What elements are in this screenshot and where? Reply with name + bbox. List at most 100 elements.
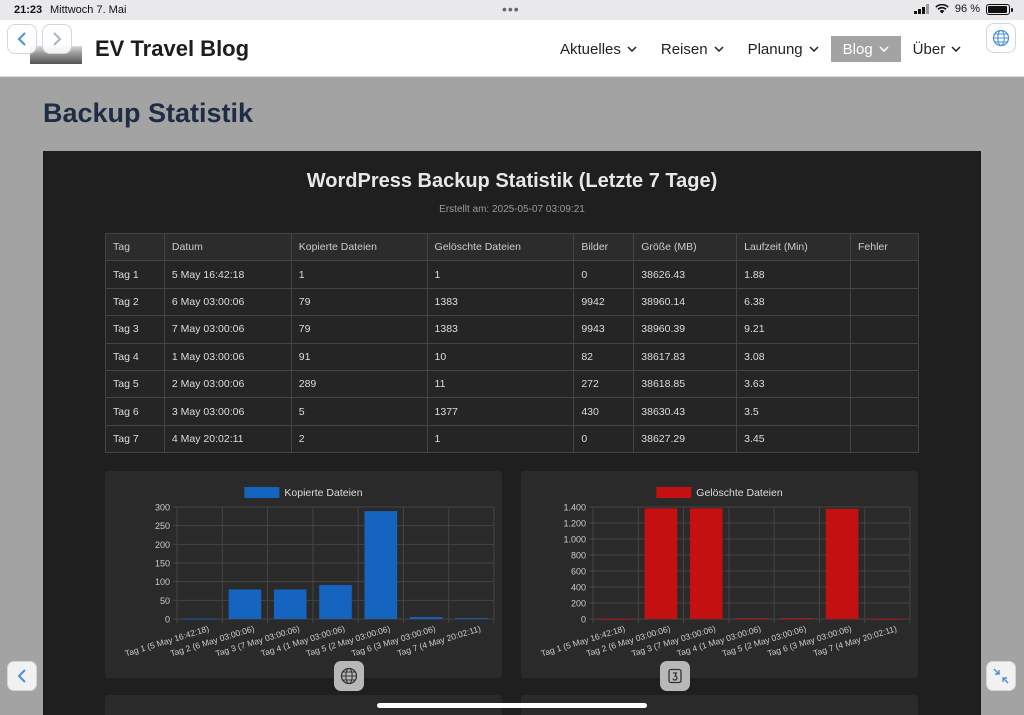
y-tick-label: 50	[160, 596, 170, 606]
bar	[599, 618, 632, 620]
menu-item-planung[interactable]: Planung	[736, 36, 831, 62]
chevron-down-icon	[714, 46, 724, 52]
multitasking-dots-icon[interactable]: •••	[502, 1, 520, 17]
table-cell: 3.45	[736, 424, 851, 454]
home-indicator[interactable]	[377, 703, 647, 708]
table-cell	[850, 369, 919, 399]
status-time: 21:23	[14, 4, 43, 16]
y-tick-label: 100	[155, 577, 170, 587]
column-header: Kopierte Dateien	[290, 232, 428, 262]
bar	[228, 589, 262, 619]
backup-report-panel: WordPress Backup Statistik (Letzte 7 Tag…	[43, 151, 981, 715]
collapse-button[interactable]	[986, 661, 1016, 691]
y-tick-label: 300	[155, 503, 170, 513]
site-title[interactable]: EV Travel Blog	[95, 36, 249, 62]
table-cell: 38630.43	[633, 397, 738, 426]
chevron-down-icon	[951, 46, 961, 52]
table-cell: 1383	[426, 315, 575, 344]
table-cell: 2 May 03:00:06	[163, 369, 292, 399]
chart-card-geloeschte-dateien: Gelöschte Dateien 0 200 400 600 800 1.000 1.200…	[521, 471, 918, 678]
bar	[825, 508, 859, 619]
column-header: Bilder	[573, 232, 635, 262]
table-cell: 4 May 20:02:11	[163, 424, 292, 454]
y-tick-label: 200	[155, 540, 170, 550]
table-row: Tag 26 May 03:00:06 79 1383 9942 38960.14 6.3…	[105, 287, 919, 317]
table-cell: 272	[573, 369, 635, 399]
tabs-button[interactable]	[660, 661, 690, 691]
y-tick-label: 800	[571, 551, 586, 561]
globe-icon	[340, 667, 358, 685]
table-cell: 3 May 03:00:06	[163, 397, 292, 426]
forward-button[interactable]	[42, 24, 72, 54]
y-tick-label: 400	[571, 583, 586, 593]
y-tick-label: 0	[165, 615, 170, 625]
kopierte-dateien-chart: Kopierte Dateien050100150200250300Tag 1 …	[124, 487, 495, 658]
menu-item-reisen[interactable]: Reisen	[649, 36, 736, 62]
column-header: Laufzeit (Min)	[736, 232, 851, 262]
browser-globe-button[interactable]	[334, 661, 364, 691]
bar	[409, 617, 443, 619]
report-title: WordPress Backup Statistik (Letzte 7 Tag…	[306, 170, 718, 192]
back-button[interactable]	[7, 24, 37, 54]
table-cell: Tag 4	[105, 342, 165, 371]
bar	[871, 618, 904, 620]
column-header: Größe (MB)	[633, 232, 738, 262]
y-tick-label: 1.000	[563, 535, 586, 545]
table-cell: 430	[573, 397, 635, 426]
globe-icon	[992, 29, 1010, 47]
table-cell: 38627.29	[633, 424, 738, 454]
battery-icon	[986, 3, 1013, 15]
legend-swatch	[656, 487, 692, 498]
table-cell: 3.63	[736, 369, 851, 399]
table-cell: 7 May 03:00:06	[163, 315, 292, 344]
status-date: Mittwoch 7. Mai	[50, 4, 127, 16]
table-cell: 1	[290, 260, 428, 289]
table-cell: 1	[426, 424, 575, 454]
report-created-date: Erstellt am: 2025-05-07 03:09:21	[439, 204, 585, 215]
previous-page-button[interactable]	[7, 661, 37, 691]
table-cell: 1 May 03:00:06	[163, 342, 292, 371]
table-cell	[850, 287, 919, 317]
main-menu: Aktuelles Reisen Planung Blog Über	[548, 36, 973, 62]
table-cell: 38618.85	[633, 369, 738, 399]
menu-item-blog[interactable]: Blog	[830, 36, 901, 62]
table-cell: 9942	[573, 287, 635, 317]
bar	[689, 508, 723, 619]
table-row: Tag 37 May 03:00:06 79 1383 9943 38960.39 9.2…	[105, 315, 919, 344]
bar	[364, 511, 398, 619]
table-cell: 3.08	[736, 342, 851, 371]
legend-swatch	[244, 487, 280, 498]
chevron-down-icon	[809, 46, 819, 52]
table-cell: 1377	[426, 397, 575, 426]
page-title: Backup Statistik	[43, 98, 254, 128]
bar	[455, 618, 488, 620]
chevron-left-icon	[17, 669, 26, 683]
column-header: Tag	[105, 232, 165, 262]
table-row: Tag 41 May 03:00:06 91 10 82 38617.83 3.08	[105, 342, 919, 371]
chevron-left-icon	[17, 32, 26, 46]
table-cell: 1383	[426, 287, 575, 317]
y-tick-label: 250	[155, 521, 170, 531]
table-cell: 0	[573, 260, 635, 289]
table-cell: 82	[573, 342, 635, 371]
table-cell: 38617.83	[633, 342, 738, 371]
table-cell	[850, 397, 919, 426]
table-row: Tag 63 May 03:00:06 5 1377 430 38630.43 3.5	[105, 397, 919, 426]
table-cell: 79	[290, 315, 428, 344]
status-bar: 21:23 Mittwoch 7. Mai ••• 96 %	[0, 0, 1024, 20]
table-cell: 6.38	[736, 287, 851, 317]
table-cell: 10	[426, 342, 575, 371]
legend-label: Kopierte Dateien	[284, 487, 362, 499]
menu-item-aktuelles[interactable]: Aktuelles	[548, 36, 649, 62]
legend-label: Gelöschte Dateien	[696, 487, 783, 499]
bar	[780, 618, 814, 619]
menu-item-ueber[interactable]: Über	[901, 36, 974, 62]
table-cell: 9943	[573, 315, 635, 344]
table-cell: 11	[426, 369, 575, 399]
table-cell: 38960.39	[633, 315, 738, 344]
table-cell: Tag 7	[105, 424, 165, 454]
y-tick-label: 1.200	[563, 519, 586, 529]
table-cell: Tag 5	[105, 369, 165, 399]
chart-card-kopierte-dateien: Kopierte Dateien 0 50 100 150 200 250 300 Tag 1 …	[105, 471, 502, 678]
translate-button[interactable]	[986, 23, 1016, 53]
